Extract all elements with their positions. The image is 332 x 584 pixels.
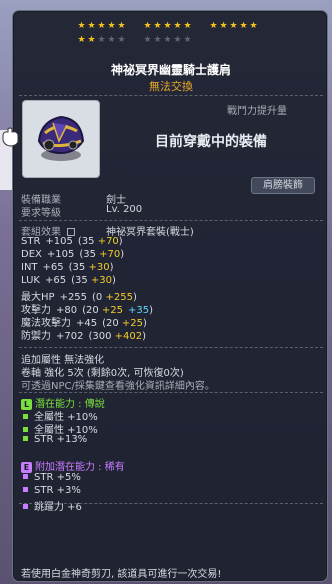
stat-name: 防禦力 xyxy=(21,331,51,342)
potential-line-text: STR +13% xyxy=(34,434,88,445)
stat-base: (35 xyxy=(71,275,91,286)
star-icon: ★ xyxy=(143,35,152,45)
potential-line-text: STR +3% xyxy=(34,485,81,496)
star-icon: ★ xyxy=(77,35,86,45)
potential-line: STR +13% xyxy=(21,434,87,445)
item-name: 神祕冥界幽靈騎士護肩 xyxy=(110,63,231,77)
stat-base: (35 xyxy=(79,249,100,260)
level-label: 要求等級 xyxy=(21,208,61,219)
potential-line: STR +3% xyxy=(21,485,81,496)
star-icon: ★ xyxy=(87,21,96,31)
star-icon: ★ xyxy=(249,21,258,31)
stat-total: +105 xyxy=(45,236,73,247)
star-icon: ★ xyxy=(77,21,86,31)
star-icon: ★ xyxy=(173,35,182,45)
bullet-icon xyxy=(23,427,28,432)
cursor-hand-icon xyxy=(0,126,22,148)
stat-bonus: +30 xyxy=(88,262,110,273)
potential-line-text: STR +5% xyxy=(34,472,81,483)
bullet-icon xyxy=(23,504,28,509)
star-icon: ★ xyxy=(153,21,162,31)
trade-status: 無法交換 xyxy=(149,80,193,93)
stat-close: ) xyxy=(142,331,147,342)
divider xyxy=(19,95,323,96)
star-icon: ★ xyxy=(229,21,238,31)
equip-slot-button[interactable]: 肩膀裝飾 xyxy=(251,177,315,194)
stat-bonus: +70 xyxy=(97,236,119,247)
level-value: Lv. 200 xyxy=(106,204,143,215)
stat-row: INT +65 (35 +30) xyxy=(21,262,113,273)
stat-close: ) xyxy=(111,275,116,286)
stat-base: (35 xyxy=(68,262,89,273)
star-icon: ★ xyxy=(107,35,116,45)
star-icon: ★ xyxy=(209,21,218,31)
item-tooltip: ★ ★ ★ ★ ★ ★ ★ ★ ★ ★ ★ ★ ★ ★ ★ ★ ★ ★ ★ ★ ★ ★ ★ ★ ★ 神祕冥界幽靈騎士護肩 無法交… xyxy=(12,10,328,582)
combat-power-label: 戰鬥力提升量 xyxy=(227,106,287,117)
stat-row: 防禦力 +702 (300 +402) xyxy=(21,327,146,342)
star-icon: ★ xyxy=(117,35,126,45)
star-icon: ★ xyxy=(183,35,192,45)
stat-total: +65 xyxy=(42,262,64,273)
divider xyxy=(19,220,323,221)
star-icon: ★ xyxy=(153,35,162,45)
stat-name: STR xyxy=(21,236,41,247)
stat-close: ) xyxy=(118,236,123,247)
stat-row: LUK +65 (35 +30) xyxy=(21,275,116,286)
star-icon: ★ xyxy=(143,21,152,31)
stat-base: (35 xyxy=(77,236,98,247)
upgrade-info-text: 可透過NPC/採集鍵查看強化資訊詳細內容。 xyxy=(21,381,215,392)
bullet-icon xyxy=(23,436,28,441)
item-icon-frame xyxy=(22,100,100,178)
star-force-rating: ★ ★ ★ ★ ★ ★ ★ ★ ★ ★ ★ ★ ★ ★ ★ ★ ★ ★ ★ ★ ★ ★ ★ ★ ★ xyxy=(77,22,277,52)
potential-lines: 全屬性 +10% 全屬性 +10% STR +13% xyxy=(21,408,321,450)
star-icon: ★ xyxy=(97,35,106,45)
divider xyxy=(19,347,323,348)
bullet-icon xyxy=(23,414,28,419)
stat-base: (300 xyxy=(88,331,115,342)
stat-total: +105 xyxy=(46,249,75,260)
stat-row: STR +105 (35 +70) xyxy=(21,236,123,247)
star-icon: ★ xyxy=(163,21,172,31)
divider xyxy=(19,503,323,504)
stat-bonus: +70 xyxy=(99,249,121,260)
stat-bonus: +402 xyxy=(114,331,143,342)
star-icon: ★ xyxy=(239,21,248,31)
helmet-shoulder-icon xyxy=(37,115,85,161)
additional-potential-header: E 附加潛在能力 : 稀有 xyxy=(21,458,125,473)
bullet-icon xyxy=(23,474,28,479)
stat-list: STR +105 (35 +70) DEX +105 (35 +70) INT +65 (35 … xyxy=(21,236,321,346)
stat-total: +702 xyxy=(56,331,84,342)
stat-name: LUK xyxy=(21,275,40,286)
additional-potential-lines: STR +5% STR +3% 跳躍力 +6 xyxy=(21,472,321,514)
star-icon: ★ xyxy=(117,21,126,31)
stat-row: DEX +105 (35 +70) xyxy=(21,249,124,260)
divider xyxy=(19,392,323,393)
star-icon: ★ xyxy=(87,35,96,45)
stat-close: ) xyxy=(149,305,154,316)
footer-note: 若使用白金神奇剪刀, 該道具可進行一次交易! xyxy=(21,569,222,580)
star-icon: ★ xyxy=(183,21,192,31)
stat-name: INT xyxy=(21,262,38,273)
stat-bonus: +30 xyxy=(90,275,112,286)
stat-total: +65 xyxy=(44,275,67,286)
star-icon: ★ xyxy=(173,21,182,31)
bullet-icon xyxy=(23,487,28,492)
stat-close: ) xyxy=(120,249,125,260)
stat-name: DEX xyxy=(21,249,42,260)
star-icon: ★ xyxy=(97,21,106,31)
potential-line: 跳躍力 +6 xyxy=(21,498,82,513)
stat-close: ) xyxy=(109,262,114,273)
star-icon: ★ xyxy=(163,35,172,45)
lock-icon xyxy=(67,228,76,236)
star-icon: ★ xyxy=(107,21,116,31)
equipped-status-text: 目前穿戴中的裝備 xyxy=(155,134,267,150)
star-icon: ★ xyxy=(219,21,228,31)
potential-line: STR +5% xyxy=(21,472,81,483)
